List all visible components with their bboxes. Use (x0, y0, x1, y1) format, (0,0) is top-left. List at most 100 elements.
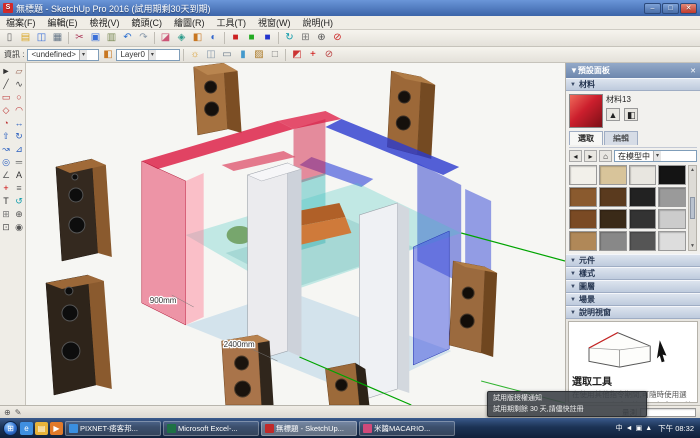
forward-icon[interactable]: ▸ (584, 150, 597, 162)
offset-tool-icon[interactable]: ◎ (0, 156, 12, 168)
rectangle-tool-icon[interactable]: ▭ (0, 91, 12, 103)
line-tool-icon[interactable]: ╱ (0, 78, 12, 90)
ie-icon[interactable]: e (20, 422, 33, 435)
network-icon[interactable]: ▣ (636, 424, 643, 432)
redo-icon[interactable]: ↷ (136, 31, 151, 45)
chevron-down-icon[interactable]: ▾ (79, 50, 87, 60)
tray-header[interactable]: ▼ 預設面板 ✕ (566, 63, 700, 78)
erase-icon[interactable]: ◪ (158, 31, 173, 45)
material-swatch[interactable] (569, 231, 597, 251)
x-ray-icon[interactable]: ◫ (203, 48, 218, 62)
tray-close-icon[interactable]: ✕ (690, 67, 696, 75)
scroll-down-icon[interactable]: ▼ (690, 243, 695, 249)
entity-combo[interactable]: <undefined> ▾ (27, 49, 99, 61)
material-swatch[interactable] (629, 231, 657, 251)
follow-me-tool-icon[interactable]: ↝ (0, 143, 12, 155)
text-tool-icon[interactable]: A (13, 169, 25, 181)
material-swatch[interactable] (599, 187, 627, 207)
hide-rest-icon[interactable]: ⊘ (321, 48, 336, 62)
save-icon[interactable]: ◫ (34, 31, 49, 45)
shaded-textures-icon[interactable]: ▨ (251, 48, 266, 62)
materials-scrollbar[interactable]: ▲ ▼ (688, 165, 697, 251)
arc-tool-icon[interactable]: ◠ (13, 104, 25, 116)
claim-icon[interactable]: ✎ (15, 408, 22, 417)
tab-edit[interactable]: 編輯 (604, 131, 638, 145)
scale-tool-icon[interactable]: ⊿ (13, 143, 25, 155)
material-swatch[interactable] (629, 187, 657, 207)
shaded-icon[interactable]: ▮ (235, 48, 250, 62)
material-swatch[interactable] (658, 209, 686, 229)
model-info-icon[interactable]: ◐ (206, 31, 221, 45)
ime-icon[interactable]: 中 (616, 423, 623, 433)
red-material-icon[interactable]: ■ (228, 31, 243, 45)
freehand-tool-icon[interactable]: ∿ (13, 78, 25, 90)
material-swatch[interactable] (569, 187, 597, 207)
styles-panel-header[interactable]: ▼ 樣式 (566, 267, 700, 280)
copy-icon[interactable]: ▣ (88, 31, 103, 45)
pie-tool-icon[interactable]: ◔ (0, 117, 12, 129)
material-swatch[interactable] (599, 165, 627, 185)
menu-window[interactable]: 視窗(W) (252, 16, 297, 29)
scrollbar-thumb[interactable] (690, 197, 695, 219)
orbit-tool-icon[interactable]: ↺ (13, 195, 25, 207)
scenes-panel-header[interactable]: ▼ 場景 (566, 293, 700, 306)
zoom-icon[interactable]: ⊕ (314, 31, 329, 45)
material-swatch[interactable] (629, 165, 657, 185)
material-swatch[interactable] (599, 209, 627, 229)
menu-file[interactable]: 檔案(F) (0, 16, 42, 29)
taskbar-clock[interactable]: 下午 08:32 (655, 423, 697, 434)
axes-icon[interactable]: + (305, 48, 320, 62)
new-file-icon[interactable]: ▯ (2, 31, 17, 45)
green-material-icon[interactable]: ■ (244, 31, 259, 45)
scroll-up-icon[interactable]: ▲ (690, 167, 695, 173)
taskbar-item-macario[interactable]: 米醬MACARIO... (359, 421, 455, 436)
open-folder-icon[interactable]: ▤ (18, 31, 33, 45)
section-plane-icon[interactable]: ◩ (289, 48, 304, 62)
layer-combo[interactable]: Layer0 ▾ (116, 49, 180, 61)
menu-edit[interactable]: 編輯(E) (42, 16, 84, 29)
set-paint-icon[interactable]: ◧ (624, 108, 638, 121)
explorer-icon[interactable]: ▤ (35, 422, 48, 435)
cut-icon[interactable]: ✂ (72, 31, 87, 45)
materials-panel-header[interactable]: ▼ 材料 (566, 78, 700, 91)
show-hidden-icons-icon[interactable]: ▲ (645, 425, 652, 432)
tab-select[interactable]: 選取 (569, 131, 603, 145)
paste-icon[interactable]: ▥ (104, 31, 119, 45)
components-panel-header[interactable]: ▼ 元件 (566, 254, 700, 267)
minimize-button[interactable]: – (644, 3, 661, 14)
menu-tools[interactable]: 工具(T) (211, 16, 253, 29)
paint-bucket-icon[interactable]: ◧ (190, 31, 205, 45)
chevron-down-icon[interactable]: ▾ (653, 151, 661, 161)
geolocation-icon[interactable]: ⊕ (4, 408, 11, 417)
trial-notification[interactable]: 試用版授權通知 試用期剩餘 30 天,請儘快註冊 (487, 391, 647, 417)
menu-camera[interactable]: 鏡頭(C) (126, 16, 169, 29)
menu-draw[interactable]: 繪圖(R) (168, 16, 211, 29)
home-icon[interactable]: ⌂ (599, 150, 612, 162)
layers-panel-header[interactable]: ▼ 圖層 (566, 280, 700, 293)
taskbar-item-excel[interactable]: Microsoft Excel-... (163, 421, 259, 436)
material-swatch[interactable] (569, 165, 597, 185)
material-swatch[interactable] (629, 209, 657, 229)
media-player-icon[interactable]: ▶ (50, 422, 63, 435)
dimension-tool-icon[interactable]: ≡ (13, 182, 25, 194)
eraser-tool-icon[interactable]: ▱ (13, 65, 25, 77)
material-swatch[interactable] (599, 231, 627, 251)
protractor-tool-icon[interactable]: ∠ (0, 169, 12, 181)
taskbar-item-pixnet[interactable]: PIXNET-痞客邦... (65, 421, 161, 436)
measurement-input[interactable] (640, 408, 696, 417)
no-entry-icon[interactable]: ⊘ (330, 31, 345, 45)
monochrome-icon[interactable]: □ (267, 48, 282, 62)
window-titlebar[interactable]: S 無標題 - SketchUp Pro 2016 (試用期剩30天到期) – … (0, 0, 700, 16)
paint-bucket-icon[interactable]: ◧ (100, 48, 115, 62)
maximize-button[interactable]: □ (662, 3, 679, 14)
instructor-panel-header[interactable]: ▼ 說明視窗 (566, 306, 700, 319)
material-swatch[interactable] (658, 187, 686, 207)
modeling-viewport[interactable]: 900mm 2400mm (26, 63, 566, 405)
orbit-icon[interactable]: ↻ (282, 31, 297, 45)
shadows-icon[interactable]: ☼ (187, 48, 202, 62)
move-tool-icon[interactable]: ↔ (13, 117, 25, 129)
taskbar-item-sketchup[interactable]: 無標題 - SketchUp... (261, 421, 357, 436)
axes-tool-icon[interactable]: + (0, 182, 12, 194)
volume-icon[interactable]: ◄ (626, 425, 633, 432)
material-swatch[interactable] (658, 165, 686, 185)
